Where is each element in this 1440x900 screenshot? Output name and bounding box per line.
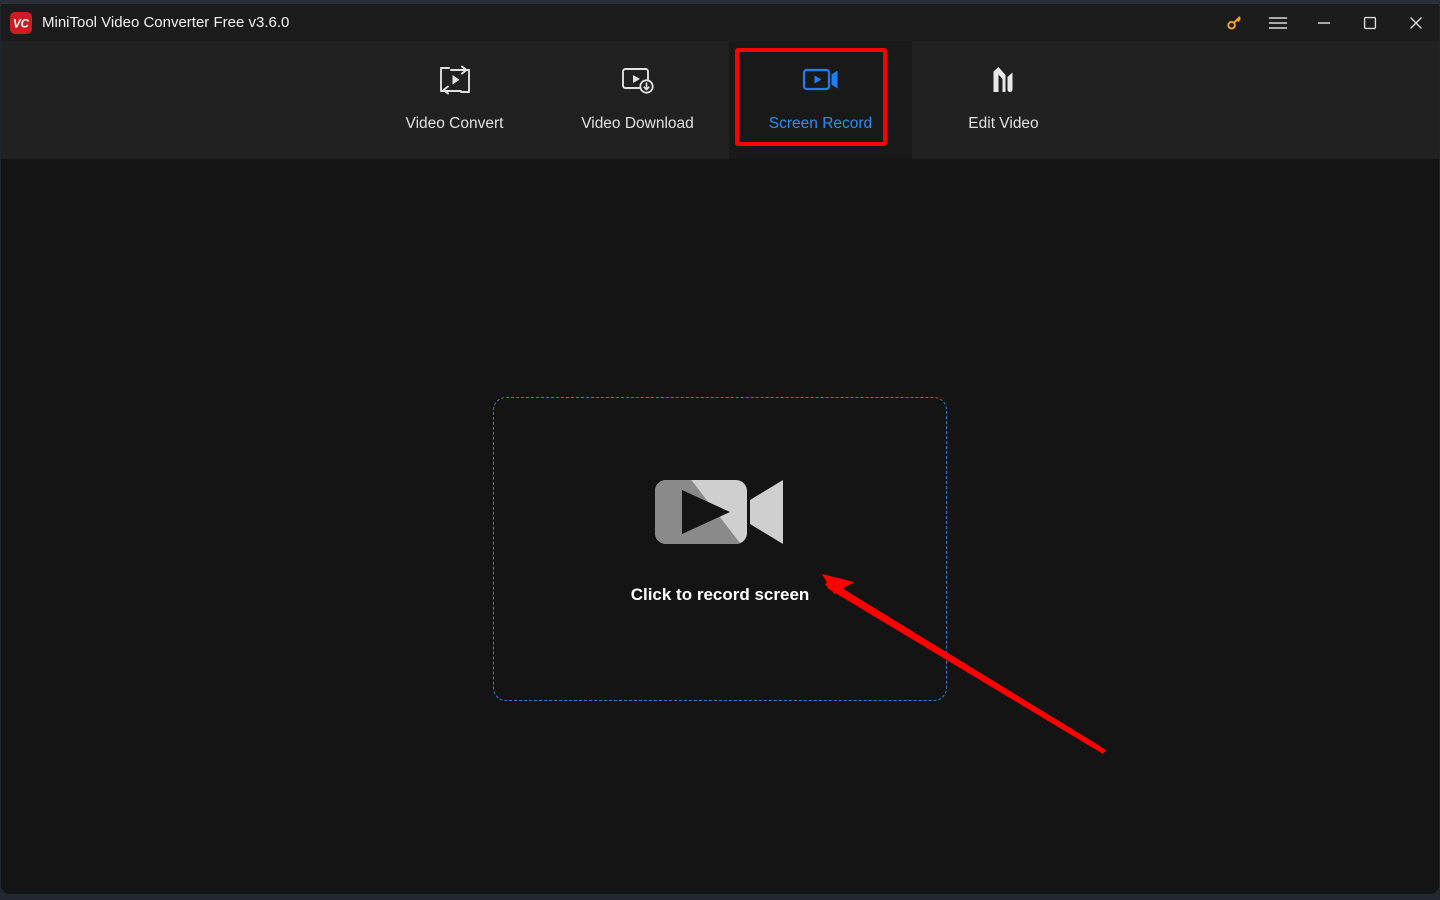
tab-edit-video[interactable]: Edit Video: [912, 41, 1095, 159]
svg-text:VC: VC: [13, 18, 30, 30]
video-download-icon: [619, 58, 657, 102]
tab-screen-record-label: Screen Record: [768, 115, 873, 132]
main-content: Click to record screen: [1, 159, 1439, 894]
video-convert-icon: [436, 58, 474, 102]
tab-video-download[interactable]: Video Download: [546, 41, 729, 159]
close-icon[interactable]: [1393, 4, 1439, 41]
window-title: MiniTool Video Converter Free v3.6.0: [42, 14, 290, 31]
nav-spacer-right: [1095, 41, 1439, 159]
record-hint-label: Click to record screen: [630, 584, 810, 604]
window-controls: [1213, 4, 1439, 41]
tab-edit-video-label: Edit Video: [968, 115, 1039, 132]
tab-video-convert-label: Video Convert: [405, 115, 504, 132]
title-bar: VC MiniTool Video Converter Free v3.6.0: [1, 4, 1439, 41]
edit-video-icon: [987, 58, 1021, 102]
app-logo: VC: [10, 11, 32, 34]
app-window: VC MiniTool Video Converter Free v3.6.0: [1, 4, 1439, 894]
nav-tab-bar: Video Convert Video Download Screen Reco…: [1, 41, 1439, 159]
minimize-icon[interactable]: [1301, 4, 1347, 41]
hamburger-icon[interactable]: [1255, 4, 1301, 41]
maximize-icon[interactable]: [1347, 4, 1393, 41]
tab-video-download-label: Video Download: [581, 115, 694, 132]
key-icon[interactable]: [1213, 4, 1255, 41]
tab-screen-record[interactable]: Screen Record: [729, 41, 912, 159]
tab-video-convert[interactable]: Video Convert: [363, 41, 546, 159]
video-camera-icon: [654, 472, 786, 552]
nav-spacer-left: [1, 41, 363, 159]
screen-record-icon: [801, 58, 841, 102]
record-screen-dropzone[interactable]: Click to record screen: [493, 397, 947, 701]
